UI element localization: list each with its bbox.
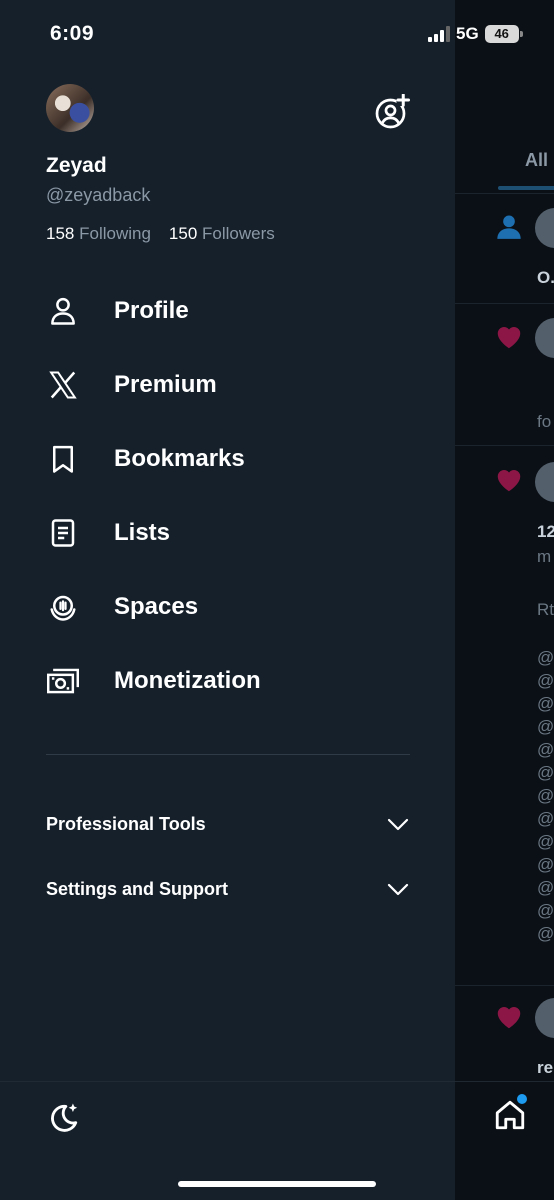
menu-item-label: Lists bbox=[114, 519, 171, 546]
menu-item-monetization[interactable]: Monetization bbox=[0, 644, 455, 718]
followers-link[interactable]: 150 Followers bbox=[169, 224, 275, 244]
menu-item-profile[interactable]: Profile bbox=[0, 274, 455, 348]
following-count: 158 bbox=[46, 224, 75, 243]
notification-snippet: @ bbox=[537, 694, 554, 713]
avatar[interactable] bbox=[535, 208, 554, 248]
drawer-menu: Profile Premium Bookmarks Lists Spaces M… bbox=[0, 274, 455, 718]
notification-snippet: @ bbox=[537, 924, 554, 943]
menu-item-lists[interactable]: Lists bbox=[0, 496, 455, 570]
money-icon bbox=[46, 664, 80, 698]
notification-snippet: O. bbox=[537, 268, 554, 287]
notification-snippet: @ bbox=[537, 855, 554, 874]
feed-divider bbox=[455, 193, 554, 194]
followers-count: 150 bbox=[168, 224, 198, 243]
add-account-icon[interactable] bbox=[374, 94, 410, 130]
notification-snippet: @ bbox=[537, 763, 554, 782]
avatar[interactable] bbox=[46, 84, 94, 132]
avatar[interactable] bbox=[535, 318, 554, 358]
following-link[interactable]: 158 Following bbox=[46, 224, 151, 244]
avatar[interactable] bbox=[535, 462, 554, 502]
notification-snippet: @ bbox=[537, 671, 554, 690]
menu-item-bookmarks[interactable]: Bookmarks bbox=[0, 422, 455, 496]
feed-divider bbox=[455, 303, 554, 304]
menu-item-label: Bookmarks bbox=[114, 445, 245, 472]
notification-snippet: @ bbox=[537, 740, 554, 759]
display-name[interactable]: Zeyad bbox=[46, 154, 107, 178]
following-label: Following bbox=[79, 224, 151, 243]
home-indicator bbox=[178, 1181, 376, 1187]
user-handle: @zeyadback bbox=[46, 185, 151, 205]
settings-support-toggle[interactable]: Settings and Support bbox=[46, 877, 410, 901]
notification-snippet: @ bbox=[537, 809, 554, 828]
side-drawer: 6:09 5G 46 Zeyad @zeyadback 158 Followin… bbox=[0, 0, 523, 1200]
drawer-footer-divider bbox=[0, 1081, 455, 1082]
moon-sparkle-icon[interactable] bbox=[46, 1100, 80, 1134]
feed-divider bbox=[455, 445, 554, 446]
status-time: 6:09 bbox=[50, 22, 95, 45]
status-indicators: 5G 46 bbox=[428, 24, 523, 44]
chevron-down-icon bbox=[387, 818, 409, 831]
section-label: Settings and Support bbox=[46, 878, 228, 899]
notification-dot bbox=[517, 1094, 527, 1104]
notification-snippet: m bbox=[537, 547, 552, 566]
heart-icon bbox=[497, 327, 521, 349]
avatar[interactable] bbox=[535, 998, 554, 1038]
notification-snippet: @ bbox=[537, 878, 554, 897]
tab-underline bbox=[498, 186, 554, 190]
notification-snippet: @ bbox=[537, 786, 554, 805]
bookmark-icon bbox=[46, 442, 80, 476]
feed-divider bbox=[455, 985, 554, 986]
section-label: Professional Tools bbox=[46, 813, 206, 834]
notification-snippet: @ bbox=[537, 648, 554, 667]
heart-icon bbox=[497, 470, 521, 492]
person-icon bbox=[46, 294, 80, 328]
menu-item-premium[interactable]: Premium bbox=[0, 348, 455, 422]
notification-snippet: @ bbox=[537, 717, 554, 736]
spaces-icon bbox=[46, 590, 80, 624]
followers-label: Followers bbox=[202, 224, 275, 243]
background-feed: All O. fo 12 m Rt @ @ @ @ @ @ @ @ @ @ @ … bbox=[455, 0, 554, 1200]
battery-icon: 46 bbox=[484, 25, 523, 43]
menu-item-label: Profile bbox=[114, 297, 189, 324]
follow-stats: 158 Following 150 Followers bbox=[46, 224, 275, 244]
notification-snippet: re bbox=[537, 1058, 554, 1077]
notification-snippet: 12 bbox=[537, 522, 554, 541]
menu-divider bbox=[46, 754, 410, 755]
notification-snippet: @ bbox=[537, 901, 554, 920]
notification-snippet: fo bbox=[537, 412, 552, 431]
signal-icon bbox=[428, 26, 450, 42]
list-icon bbox=[46, 516, 80, 550]
professional-tools-toggle[interactable]: Professional Tools bbox=[46, 812, 410, 836]
x-logo-icon bbox=[46, 368, 80, 402]
notification-snippet: @ bbox=[537, 832, 554, 851]
menu-item-label: Premium bbox=[114, 371, 217, 398]
heart-icon bbox=[497, 1007, 521, 1029]
menu-item-label: Monetization bbox=[114, 667, 261, 694]
menu-item-label: Spaces bbox=[114, 593, 199, 620]
notification-snippet: Rt bbox=[537, 600, 554, 619]
person-icon bbox=[497, 215, 521, 239]
tab-all[interactable]: All bbox=[525, 150, 548, 171]
network-type: 5G bbox=[456, 24, 479, 43]
menu-item-spaces[interactable]: Spaces bbox=[0, 570, 455, 644]
chevron-down-icon bbox=[387, 883, 409, 896]
